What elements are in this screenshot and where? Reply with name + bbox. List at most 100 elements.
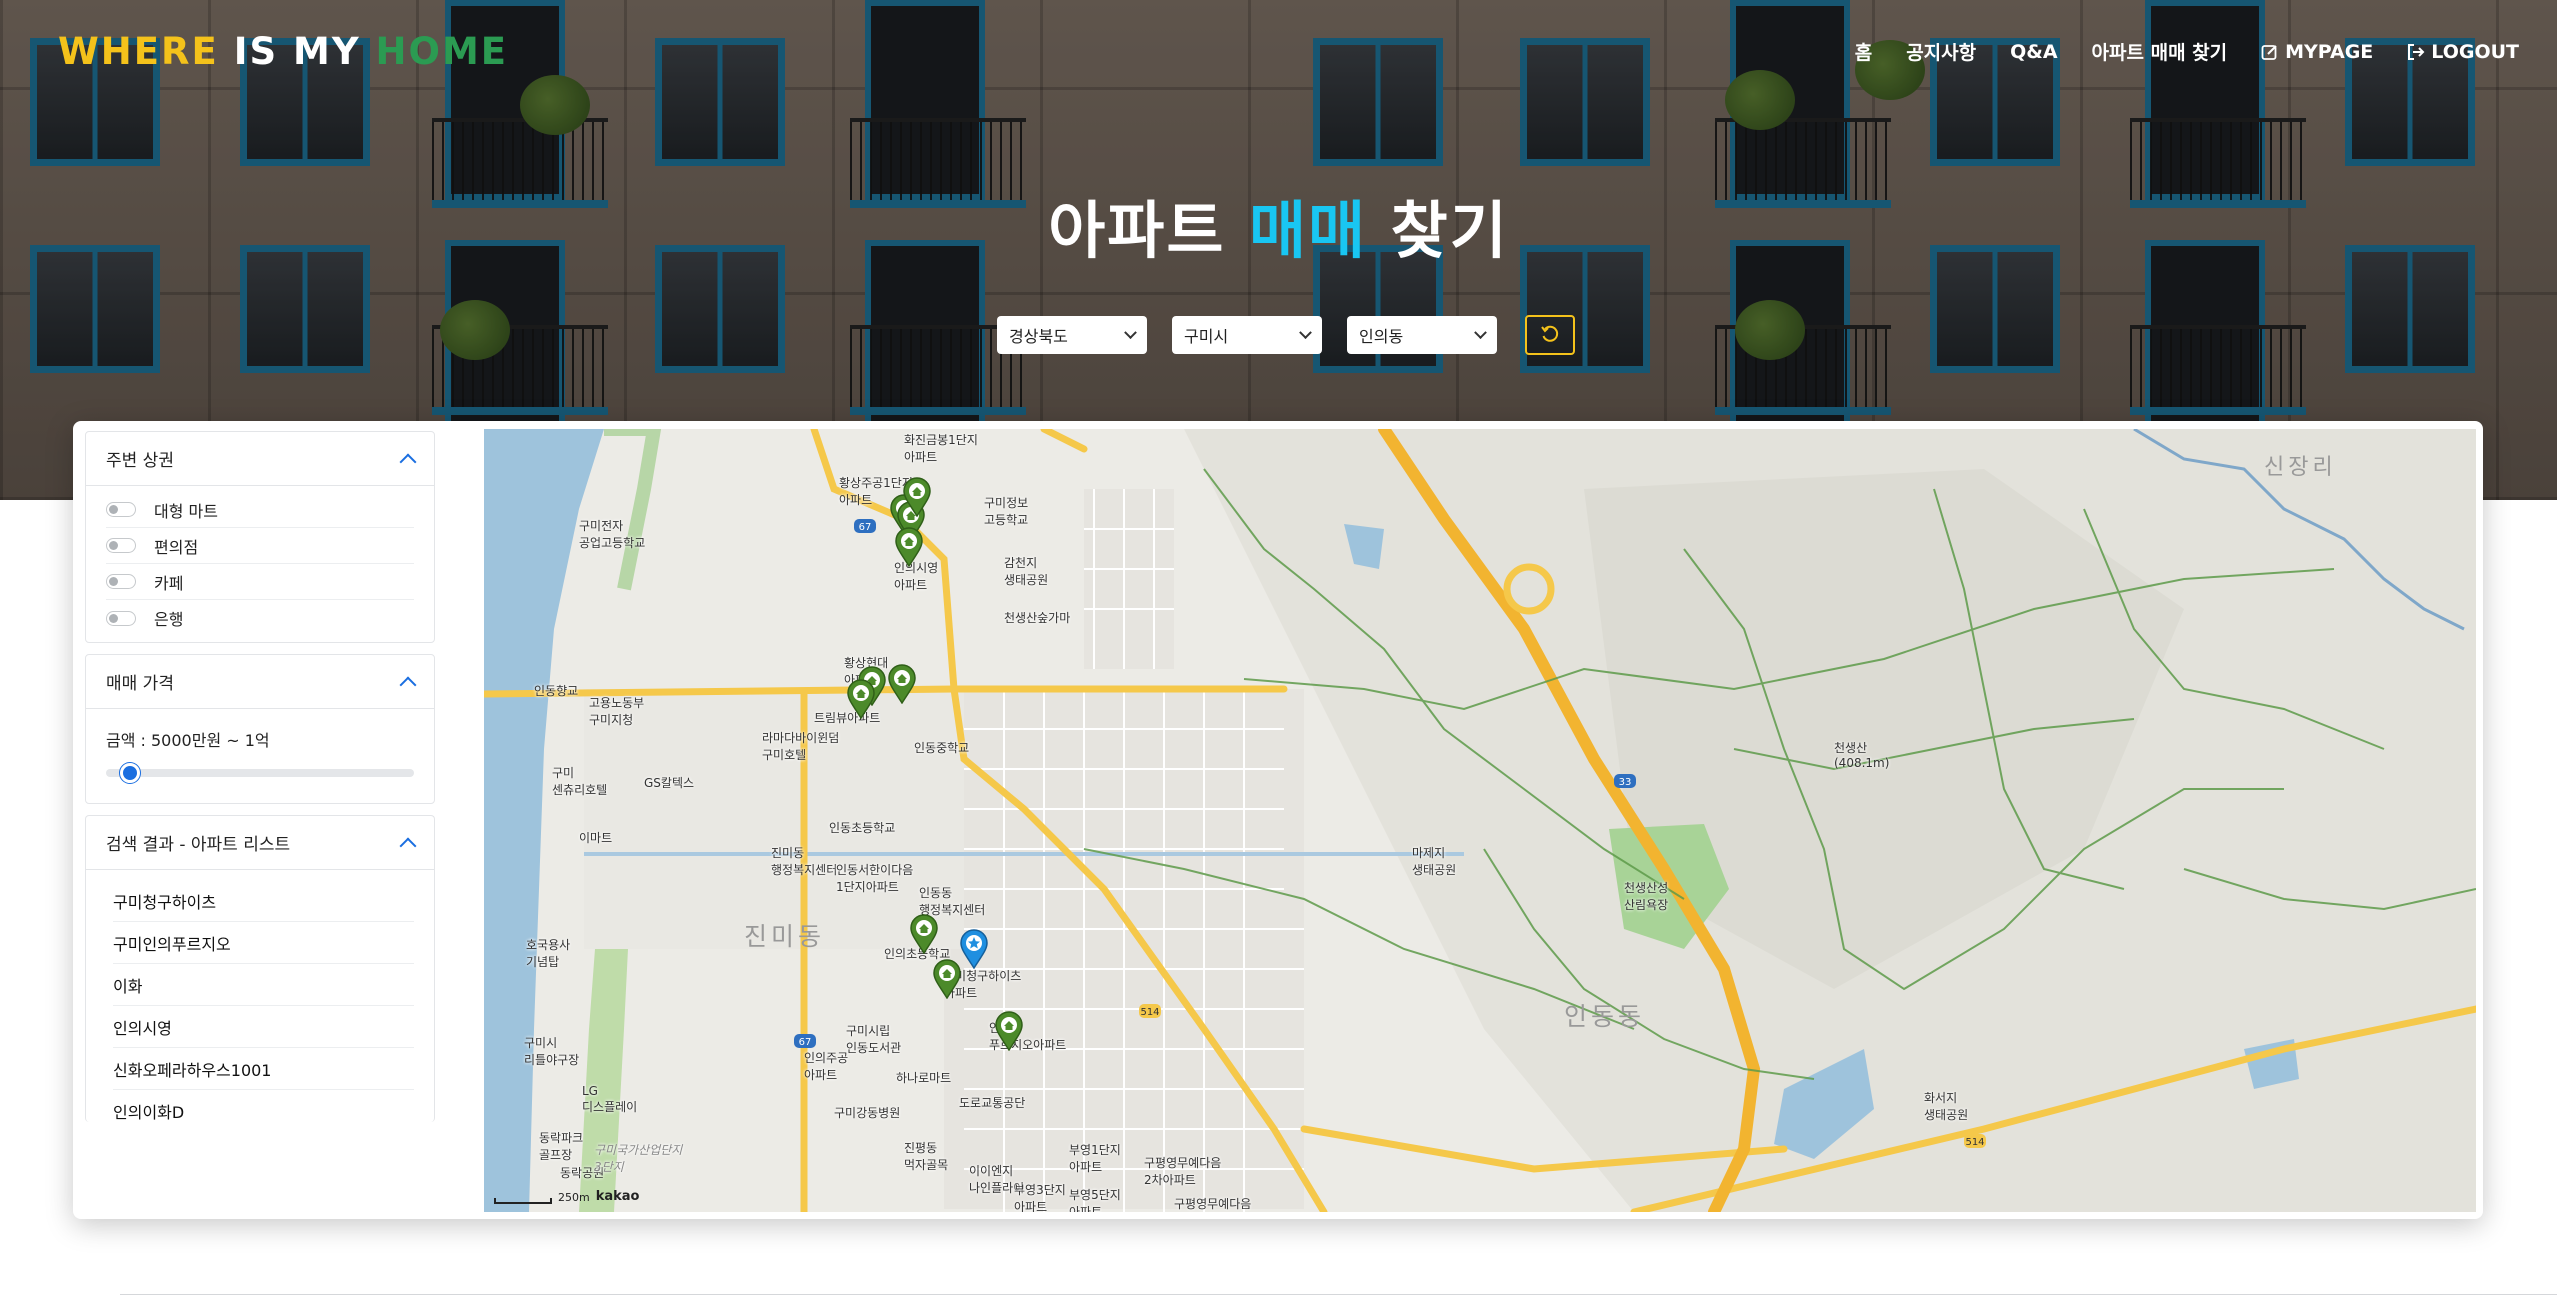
map-poi-label: 인동중학교: [914, 741, 970, 755]
map-poi-label: 천생산 (408.1m): [1834, 741, 1890, 770]
price-slider[interactable]: [106, 763, 414, 783]
apartment-marker[interactable]: [932, 959, 962, 999]
gugun-select[interactable]: 구미시: [1172, 316, 1322, 354]
district-label-sinjang: 신장리: [2264, 455, 2337, 480]
map-poi-label: 구미시 리틀야구장: [524, 1036, 580, 1067]
convenience-toggle[interactable]: [106, 538, 136, 553]
star-pin-icon: [960, 929, 988, 969]
map-poi-label: 도로교통공단: [959, 1096, 1026, 1110]
gugun-select-value: 구미시: [1184, 327, 1229, 346]
site-logo[interactable]: WHERE IS MY HOME: [58, 30, 508, 73]
nav-home[interactable]: 홈: [1855, 38, 1872, 65]
apartment-marker[interactable]: [994, 1011, 1024, 1051]
results-panel-title: 검색 결과 - 아파트 리스트: [106, 835, 291, 855]
map-view[interactable]: 67 67 33 514 514 진미동 인동동 신장리 화진금봉1단지 아파트 …: [484, 429, 2476, 1212]
apartment-marker[interactable]: [909, 914, 939, 954]
map-poi-label: 구미시립 인동도서관: [846, 1024, 902, 1055]
home-pin-icon: [910, 914, 938, 954]
nav-logout[interactable]: LOGOUT: [2407, 41, 2519, 63]
nearby-panel-title: 주변 상권: [106, 451, 174, 471]
apartment-marker[interactable]: [894, 527, 924, 567]
nav-mypage-label: MYPAGE: [2285, 40, 2374, 63]
list-item[interactable]: 인의이화D: [113, 1090, 414, 1122]
list-item[interactable]: 구미인의푸르지오: [113, 922, 414, 964]
map-poi-label: 인동서한이다음 1단지아파트: [836, 863, 914, 894]
map-poi-label: 라마다바이윈덤 구미호텔: [762, 731, 840, 762]
list-item[interactable]: 구미청구하이츠: [113, 880, 414, 922]
price-panel-title: 매매 가격: [106, 674, 174, 694]
region-filter-bar: 경상북도 구미시 인의동: [997, 315, 1575, 355]
map-poi-label: 부영3단지 아파트: [1014, 1183, 1066, 1212]
filter-sidebar: 주변 상권 대형 마트 편의점 카페 은행 매매 가격 금액: 5000만원 …: [85, 431, 435, 1133]
map-poi-label: 호국용사 기념탑: [526, 938, 571, 969]
apartment-marker[interactable]: [902, 477, 932, 517]
map-poi-label: 화서지 생태공원: [1924, 1091, 1969, 1122]
home-pin-icon: [847, 679, 875, 719]
cafe-toggle-label: 카페: [154, 573, 184, 593]
map-poi-label: 부영5단지 아파트: [1069, 1188, 1121, 1212]
chevron-up-icon: [399, 676, 417, 693]
toggle-row-mart: 대형 마트: [106, 492, 414, 528]
home-pin-icon: [995, 1011, 1023, 1051]
map-poi-label: GS칼텍스: [644, 776, 695, 790]
list-item[interactable]: 신화오페라하우스1001: [113, 1048, 414, 1090]
page-title: 아파트 매매 찾기: [0, 180, 2557, 270]
map-poi-label: 부영1단지 아파트: [1069, 1143, 1121, 1174]
chevron-down-icon: [1474, 325, 1487, 339]
scale-label: 250m: [558, 1191, 590, 1204]
map-poi-label: 진평동 먹자골목: [904, 1141, 949, 1172]
convenience-toggle-label: 편의점: [154, 537, 199, 557]
map-provider-logo[interactable]: kakao: [596, 1189, 640, 1204]
search-card: 주변 상권 대형 마트 편의점 카페 은행 매매 가격 금액: 5000만원 …: [73, 421, 2483, 1219]
chevron-up-icon: [399, 453, 417, 470]
sido-select[interactable]: 경상북도: [997, 316, 1147, 354]
cafe-toggle[interactable]: [106, 574, 136, 589]
reset-button[interactable]: [1525, 315, 1575, 355]
home-pin-icon: [933, 959, 961, 999]
map-poi-label: 구미 센츄리호텔: [552, 766, 608, 797]
map-base: 67 67 33 514 514: [484, 429, 2476, 1212]
home-pin-icon: [888, 664, 916, 704]
logo-word-is-my: IS MY: [233, 30, 361, 73]
nearby-panel-header[interactable]: 주변 상권: [86, 432, 434, 486]
toggle-row-bank: 은행: [106, 600, 414, 636]
title-word-3: 찾기: [1390, 194, 1509, 267]
map-poi-label: 감천지 생태공원: [1004, 556, 1049, 587]
map-poi-label: 인동동 행정복지센터: [919, 886, 986, 917]
map-poi-label: 진미동 행정복지센터: [771, 846, 838, 877]
map-poi-label: 구미강동병원: [834, 1106, 901, 1120]
results-panel: 검색 결과 - 아파트 리스트 구미청구하이츠 구미인의푸르지오 이화 인의시영…: [85, 815, 435, 1122]
price-panel-header[interactable]: 매매 가격: [86, 655, 434, 709]
toggle-row-cafe: 카페: [106, 564, 414, 600]
nav-mypage[interactable]: MYPAGE: [2261, 41, 2373, 63]
nav-qna[interactable]: Q&A: [2010, 41, 2057, 63]
list-item[interactable]: 인의시영: [113, 1006, 414, 1048]
dong-select[interactable]: 인의동: [1347, 316, 1497, 354]
nav-notice[interactable]: 공지사항: [1906, 38, 1976, 65]
chevron-down-icon: [1299, 325, 1312, 339]
map-poi-label: 마제지 생태공원: [1412, 846, 1457, 877]
apartment-marker[interactable]: [887, 664, 917, 704]
edit-icon: [2261, 44, 2277, 60]
map-poi-label: 구미정보 고등학교: [984, 496, 1029, 527]
toggle-row-convenience: 편의점: [106, 528, 414, 564]
map-poi-label: LG 디스플레이: [582, 1084, 638, 1114]
list-item[interactable]: 이화: [113, 964, 414, 1006]
map-scale: 250m kakao: [494, 1189, 640, 1204]
nearby-panel-body: 대형 마트 편의점 카페 은행: [86, 486, 434, 642]
map-poi-label: 동락파크 골프장: [539, 1131, 584, 1162]
apartment-marker[interactable]: [846, 679, 876, 719]
footer-divider: [120, 1294, 2557, 1295]
bank-toggle[interactable]: [106, 610, 136, 626]
road-number-514a: 514: [1140, 1007, 1159, 1018]
mart-toggle[interactable]: [106, 502, 136, 517]
top-nav: 홈 공지사항 Q&A 아파트 매매 찾기 MYPAGE LOGOUT: [1855, 38, 2519, 65]
price-slider-thumb[interactable]: [120, 763, 141, 783]
map-poi-label: 인동향교: [534, 684, 579, 698]
nav-apt-search[interactable]: 아파트 매매 찾기: [2092, 38, 2228, 65]
sido-select-value: 경상북도: [1009, 327, 1068, 346]
selected-apartment-marker[interactable]: [959, 929, 989, 969]
map-poi-label: 구평영무예다음: [1174, 1197, 1252, 1211]
results-panel-header[interactable]: 검색 결과 - 아파트 리스트: [86, 816, 434, 870]
map-poi-label: 이마트: [579, 831, 613, 845]
